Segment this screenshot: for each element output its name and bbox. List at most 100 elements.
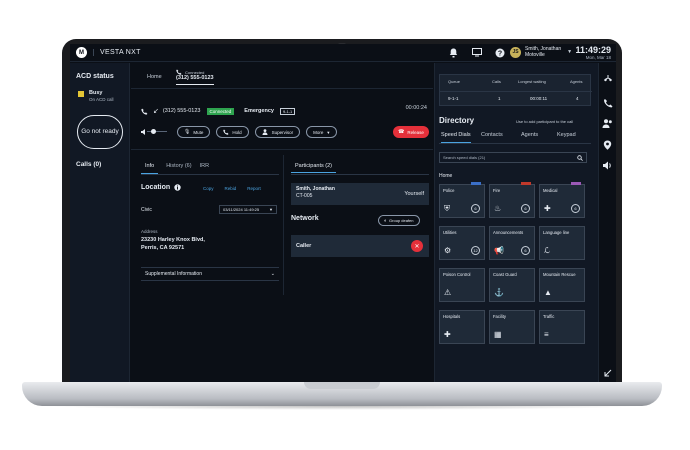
speed-dial-folder: Home xyxy=(439,173,453,179)
speed-dial-label: Medical xyxy=(543,188,558,193)
help-icon[interactable]: ? xyxy=(494,47,505,58)
speed-dial-count: 6 xyxy=(521,204,530,213)
report-link[interactable]: Report xyxy=(247,186,261,191)
go-not-ready-button[interactable]: Go not ready xyxy=(77,115,123,149)
bell-icon[interactable] xyxy=(448,47,459,58)
more-label: More xyxy=(313,129,324,135)
tab-irr[interactable]: IRR xyxy=(200,163,209,174)
participants-tab-label: Participants (2) xyxy=(291,163,336,173)
queue-cell-queue: 9-1-1 xyxy=(448,96,459,101)
speaker-icon[interactable] xyxy=(602,160,613,171)
tab-keypad[interactable]: Keypad xyxy=(557,132,576,138)
line-badge: 9-1-1 xyxy=(279,107,296,115)
release-label: Release xyxy=(407,129,424,135)
status-indicator xyxy=(78,91,84,97)
supervisor-label: Supervisor xyxy=(271,129,294,135)
user-text: Smith, Jonathan Motoville xyxy=(525,46,561,58)
tab-home[interactable]: Home xyxy=(147,74,162,80)
directory-panel: Queue Calls Longest waiting Agents 9-1-1… xyxy=(434,63,598,382)
supplemental-accordion[interactable]: Supplemental Information ⌄ xyxy=(141,267,279,281)
supervisor-button[interactable]: Supervisor xyxy=(254,126,301,138)
queue-col-calls: Calls xyxy=(492,79,501,84)
speed-dial-tile[interactable]: Coast Guard ⚓ xyxy=(489,268,535,302)
monitor-icon[interactable] xyxy=(471,47,482,58)
caller-card[interactable]: Caller ✕ xyxy=(291,235,429,257)
calls-count[interactable]: Calls (0) xyxy=(76,161,101,168)
speed-dial-label: Poison Control xyxy=(443,272,471,277)
tab-contacts[interactable]: Contacts xyxy=(481,132,503,138)
speed-dial-label: Facility xyxy=(493,314,507,319)
speed-dial-label: Utilities xyxy=(443,230,457,235)
tile-color-tag xyxy=(521,182,531,185)
divider xyxy=(131,149,433,150)
top-icons: ? xyxy=(448,47,505,58)
speed-dial-tile[interactable]: Hospitals ✚ xyxy=(439,310,485,344)
search-input[interactable]: Search speed dials (21) xyxy=(443,155,485,160)
tab-speed-dials[interactable]: Speed Dials xyxy=(441,132,471,143)
tab-history[interactable]: History (6) xyxy=(166,163,191,174)
address-line1: 23230 Harley Knox Blvd, xyxy=(141,237,205,243)
hold-button[interactable]: Hold xyxy=(216,126,249,138)
phone-hangup-icon[interactable] xyxy=(602,97,613,108)
rebid-link[interactable]: Rebid xyxy=(225,186,237,191)
search-icon xyxy=(577,155,583,161)
address-value: 23230 Harley Knox Blvd, Perris, CA 92571 xyxy=(141,237,205,252)
call-tabs: Home Connected (312) 555-0123 xyxy=(131,63,433,89)
hazard-icon: ⚠ xyxy=(444,288,452,297)
queue-col-agents: Agents xyxy=(570,79,583,84)
volume-slider[interactable] xyxy=(141,127,171,137)
users-icon[interactable] xyxy=(602,118,613,129)
location-title: Location xyxy=(141,184,181,191)
mute-button[interactable]: 🎙 Mute xyxy=(177,126,211,138)
participant-self: Yourself xyxy=(404,191,424,197)
speed-dial-tile[interactable]: Police ⛨ 6 xyxy=(439,182,485,218)
acd-rail: ACD status Busy On ACD call Go not ready… xyxy=(70,63,130,382)
logo-letter: M xyxy=(79,49,84,56)
speed-dial-tile[interactable]: Utilities ⚙ 12 xyxy=(439,226,485,260)
mute-label: Mute xyxy=(193,129,204,135)
user-location: Motoville xyxy=(525,52,545,58)
phone-hold-icon xyxy=(223,129,229,135)
release-button[interactable]: ☎ Release xyxy=(393,126,429,138)
info-tabs: Info History (6) IRR xyxy=(141,163,279,175)
speed-dial-count: 6 xyxy=(471,204,480,213)
speed-dial-tile[interactable]: Traffic ≡ xyxy=(539,310,585,344)
queue-table: Queue Calls Longest waiting Agents 9-1-1… xyxy=(439,74,592,106)
info-icon[interactable] xyxy=(174,184,181,191)
caller-label: Caller xyxy=(296,243,312,249)
volume-handle[interactable] xyxy=(151,129,156,134)
map-pin-icon[interactable] xyxy=(602,139,613,150)
brand-name: VESTA NXT xyxy=(93,49,141,56)
laptop-base xyxy=(22,382,662,406)
divider xyxy=(283,155,284,295)
speed-dial-tile[interactable]: Language line ℒ xyxy=(539,226,585,260)
speed-dial-tile[interactable]: Facility ▦ xyxy=(489,310,535,344)
group-deafen-button[interactable]: ◐ Group deafen xyxy=(378,215,420,226)
tab-active-call[interactable]: Connected (312) 555-0123 xyxy=(176,69,214,85)
remove-caller-button[interactable]: ✕ xyxy=(411,240,423,252)
speed-dial-tile[interactable]: Mountain Rescue ▲ xyxy=(539,268,585,302)
cross-icon: ✚ xyxy=(444,330,451,339)
participants-tab[interactable]: Participants (2) xyxy=(291,163,429,175)
tab-agents[interactable]: Agents xyxy=(521,132,538,138)
tab-info[interactable]: Info xyxy=(141,163,159,174)
table-row[interactable]: 9-1-1 1 00:00:11 4 xyxy=(440,91,592,101)
phone-transfer-icon[interactable] xyxy=(602,73,613,84)
speed-dial-tile[interactable]: Announcements 📢 6 xyxy=(489,226,535,260)
mic-icon: 🎙 xyxy=(184,129,191,135)
speed-dial-label: Announcements xyxy=(493,230,524,235)
speed-dial-tile[interactable]: Poison Control ⚠ xyxy=(439,268,485,302)
anchor-icon: ⚓ xyxy=(494,288,504,297)
speed-dial-search[interactable]: Search speed dials (21) xyxy=(439,152,587,163)
location-time-select[interactable]: 03/11/2024 11:49:25 ▼ xyxy=(219,205,277,214)
participant-card[interactable]: Smith, Jonathan CT-005 Yourself xyxy=(291,183,429,205)
speed-dial-tile[interactable]: Fire ♨ 6 xyxy=(489,182,535,218)
location-title-text: Location xyxy=(141,184,171,191)
more-button[interactable]: More ▼ xyxy=(306,126,338,138)
user-menu[interactable]: JS Smith, Jonathan Motoville ▼ xyxy=(510,46,572,58)
clock-date: Mon, Mar 18 xyxy=(585,55,611,60)
volume-track xyxy=(147,131,167,132)
copy-link[interactable]: Copy xyxy=(203,186,214,191)
collapse-icon[interactable] xyxy=(602,367,613,378)
speed-dial-tile[interactable]: Medical ✚ 6 xyxy=(539,182,585,218)
